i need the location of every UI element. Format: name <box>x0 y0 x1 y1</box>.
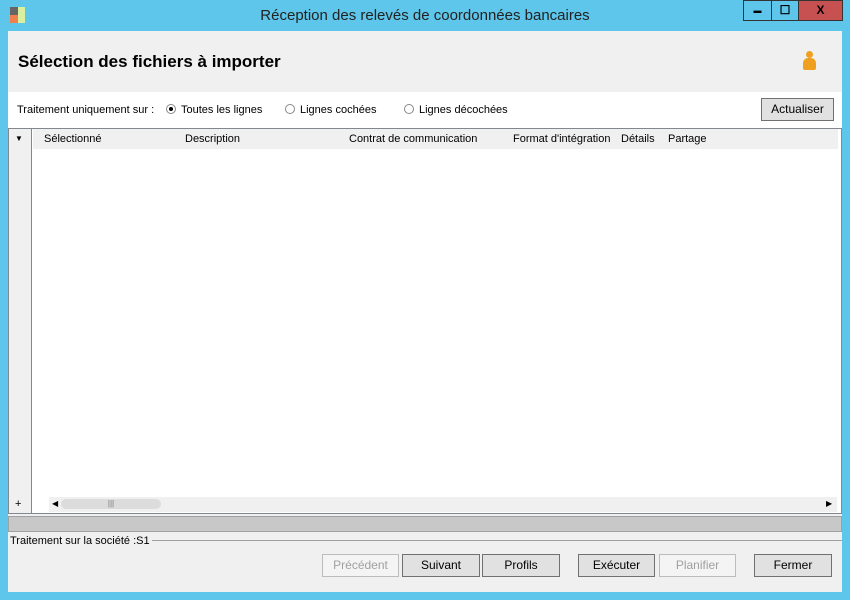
close-wizard-button[interactable]: Fermer <box>754 554 832 577</box>
execute-button[interactable]: Exécuter <box>578 554 655 577</box>
title-bar: Réception des relevés de coordonnées ban… <box>0 0 850 31</box>
wizard-content: Sélection des fichiers à importer Traite… <box>8 31 842 592</box>
scroll-right-icon[interactable]: ▶ <box>826 499 832 508</box>
radio-all-lines[interactable]: Toutes les lignes <box>166 104 262 116</box>
radio-button[interactable] <box>404 104 414 114</box>
profiles-button[interactable]: Profils <box>482 554 560 577</box>
filter-options: Traitement uniquement sur : Toutes les l… <box>8 92 842 128</box>
radio-checked-lines[interactable]: Lignes cochées <box>285 104 376 116</box>
horizontal-scrollbar[interactable]: ◀ ||| ▶ <box>49 497 837 512</box>
column-header-format[interactable]: Format d'intégration <box>513 133 610 145</box>
column-header-details[interactable]: Détails <box>621 133 655 145</box>
refresh-button[interactable]: Actualiser <box>761 98 834 121</box>
filter-label: Traitement uniquement sur : <box>17 104 155 116</box>
page-header: Sélection des fichiers à importer <box>8 31 842 92</box>
minimize-button[interactable]: ▬ <box>743 0 772 21</box>
user-icon <box>802 51 816 73</box>
scroll-thumb[interactable]: ||| <box>61 499 161 509</box>
radio-label: Toutes les lignes <box>181 104 263 116</box>
radio-label: Lignes décochées <box>419 104 508 116</box>
status-group: Traitement sur la société :S1 <box>10 533 842 547</box>
files-grid[interactable]: ▼ + Sélectionné Description Contrat de c… <box>8 128 842 514</box>
column-header-description[interactable]: Description <box>185 133 240 145</box>
radio-button[interactable] <box>285 104 295 114</box>
previous-button[interactable]: Précédent <box>322 554 399 577</box>
radio-button[interactable] <box>166 104 176 114</box>
next-button[interactable]: Suivant <box>402 554 480 577</box>
progress-bar <box>8 516 842 532</box>
radio-label: Lignes cochées <box>300 104 377 116</box>
page-title: Sélection des fichiers à importer <box>18 52 281 71</box>
schedule-button[interactable]: Planifier <box>659 554 736 577</box>
grid-header: Sélectionné Description Contrat de commu… <box>33 129 838 149</box>
column-header-contract[interactable]: Contrat de communication <box>349 133 477 145</box>
status-text: Traitement sur la société :S1 <box>10 535 152 547</box>
column-header-sharing[interactable]: Partage <box>668 133 707 145</box>
column-header-selected[interactable]: Sélectionné <box>44 133 102 145</box>
column-menu-icon[interactable]: ▼ <box>15 134 23 143</box>
window-title: Réception des relevés de coordonnées ban… <box>260 7 590 24</box>
radio-unchecked-lines[interactable]: Lignes décochées <box>404 104 508 116</box>
maximize-button[interactable]: ☐ <box>771 0 799 21</box>
row-gutter: ▼ + <box>9 129 32 513</box>
add-row-icon[interactable]: + <box>15 498 21 510</box>
scroll-left-icon[interactable]: ◀ <box>52 499 58 508</box>
close-button[interactable]: X <box>798 0 843 21</box>
